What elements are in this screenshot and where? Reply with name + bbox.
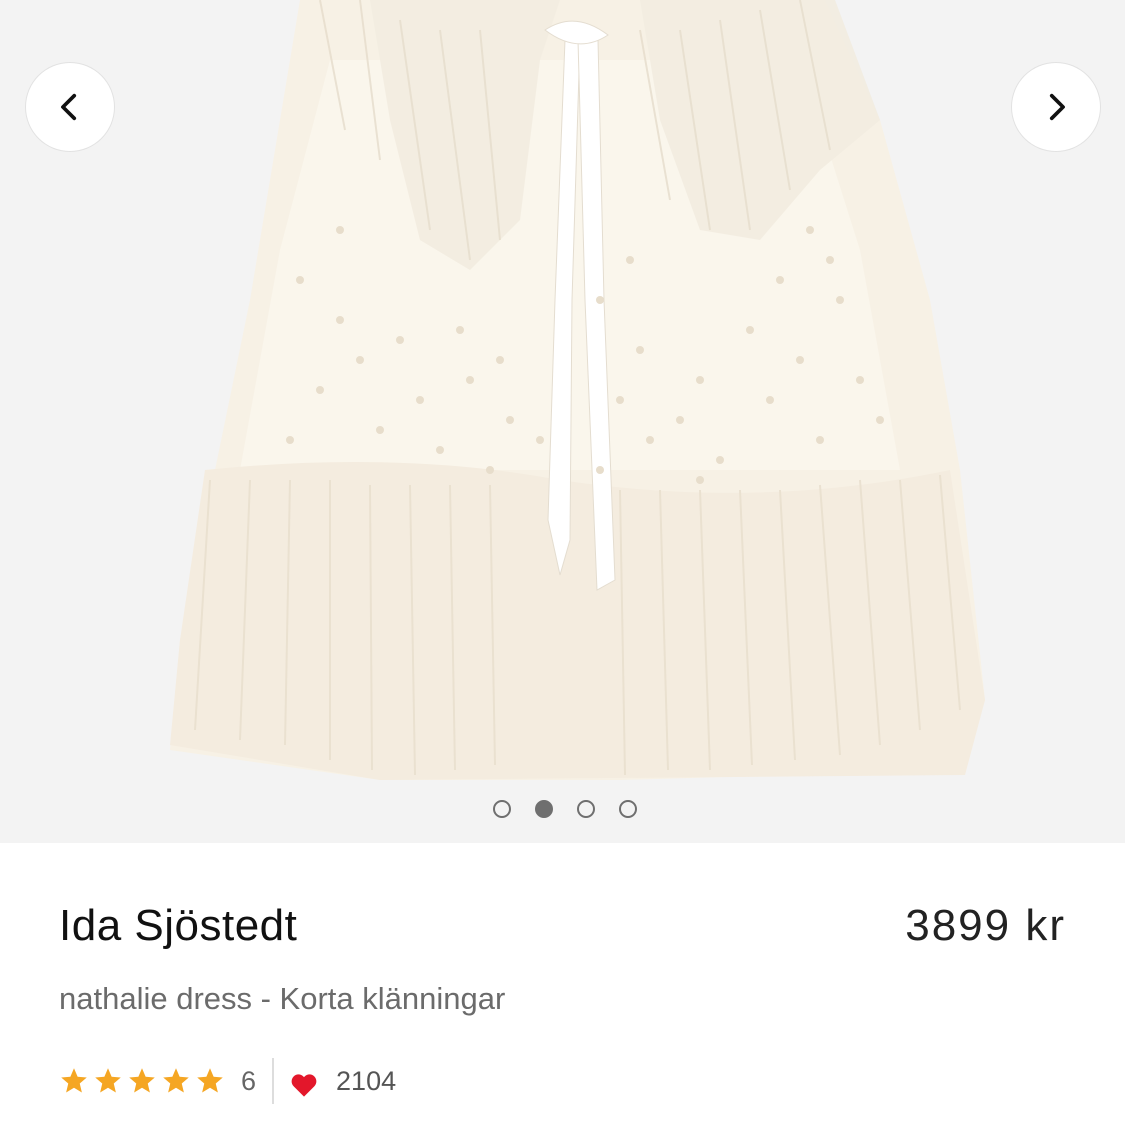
title-row: Ida Sjöstedt 3899 kr [59,901,1066,951]
star-icon [129,1068,155,1093]
next-image-button[interactable] [1012,63,1100,151]
product-brand[interactable]: Ida Sjöstedt [59,901,297,951]
heart-icon[interactable] [290,1072,318,1098]
product-image-gallery[interactable] [0,0,1125,843]
carousel-dot-2[interactable] [534,800,553,818]
favorites-count: 2104 [336,1065,397,1096]
previous-image-button[interactable] [26,63,114,151]
divider [272,1058,275,1104]
carousel-dot-3[interactable] [576,800,595,818]
chevron-right-icon [1049,93,1065,121]
rating-stars[interactable] [59,1066,225,1096]
carousel-dot-1[interactable] [492,800,511,818]
product-image[interactable] [0,0,1125,843]
carousel-indicators [0,800,1125,818]
rating-count[interactable]: 6 [241,1066,256,1097]
product-price: 3899 kr [905,901,1066,950]
star-icon [197,1068,223,1093]
star-icon [95,1068,121,1093]
carousel-dot-4[interactable] [618,800,637,818]
chevron-left-icon [61,93,77,121]
rating-favorites-row: 6 2104 [59,1057,1066,1105]
product-subtitle: nathalie dress - Korta klänningar [59,981,506,1016]
star-icon [61,1068,87,1093]
product-info: Ida Sjöstedt 3899 kr nathalie dress - Ko… [0,901,1125,1105]
star-icon [163,1068,189,1093]
